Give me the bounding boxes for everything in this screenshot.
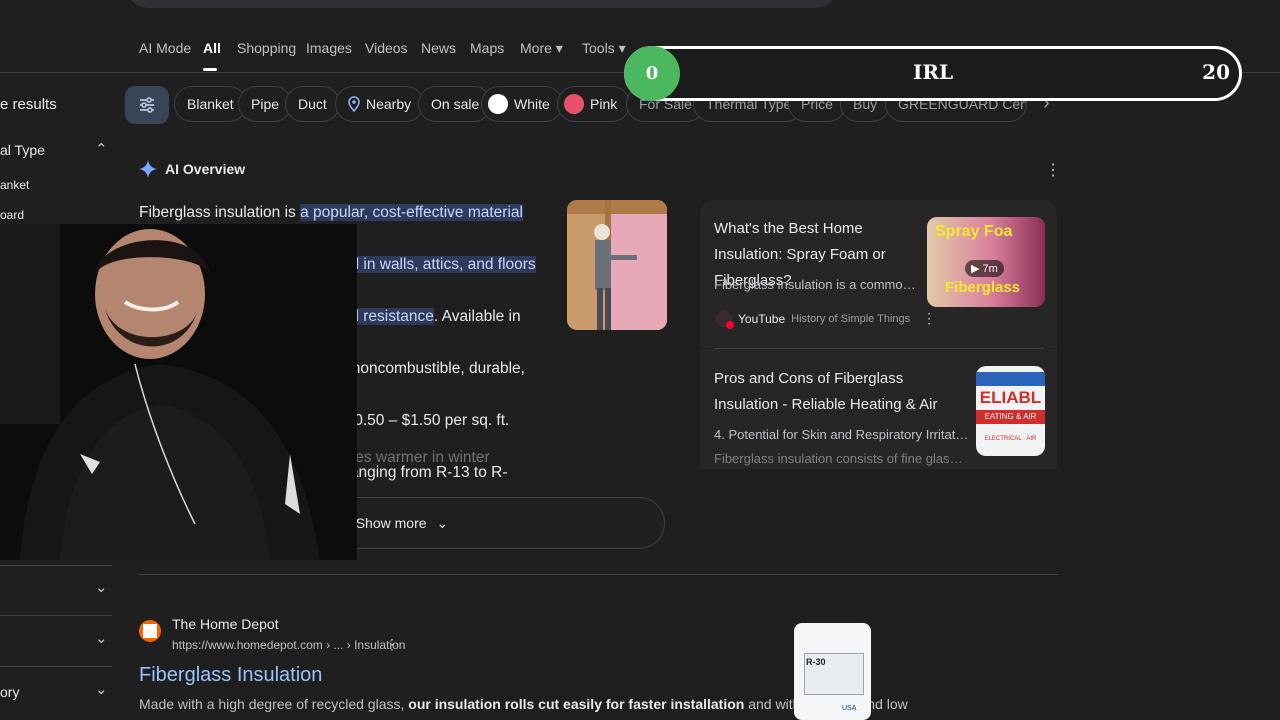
sidebar-item[interactable]: ory (0, 684, 19, 700)
video-thumbnail[interactable]: Spray Foa Fiberglass ▶ 7m (927, 217, 1045, 307)
result-url[interactable]: https://www.homedepot.com › ... › Insula… (172, 638, 405, 652)
more-options-icon[interactable]: ⋮ (385, 636, 399, 653)
result-site-name[interactable]: The Home Depot (172, 616, 279, 632)
card-snippet: 4. Potential for Skin and Respiratory Ir… (714, 427, 969, 442)
location-pin-icon (348, 96, 360, 112)
color-swatch-white (488, 94, 508, 114)
tab-more[interactable]: More ▾ (520, 40, 563, 57)
sparkle-icon (139, 160, 157, 178)
chip-white[interactable]: White (481, 86, 563, 122)
filter-settings-button[interactable] (125, 86, 169, 124)
result-title-link[interactable]: Fiberglass Insulation (139, 664, 322, 687)
sliders-icon (140, 97, 154, 113)
chevron-down-icon: ⌄ (436, 514, 449, 531)
tab-videos[interactable]: Videos (365, 40, 408, 56)
tab-images[interactable]: Images (306, 40, 352, 56)
progress-knob: 0 (624, 46, 680, 101)
chip-nearby[interactable]: Nearby (335, 86, 425, 122)
tab-news[interactable]: News (421, 40, 456, 56)
card-title[interactable]: Pros and Cons of Fiberglass Insulation -… (714, 366, 964, 418)
tab-maps[interactable]: Maps (470, 40, 504, 56)
color-swatch-pink (564, 94, 584, 114)
more-options-icon[interactable]: ⋮ (922, 310, 936, 327)
result-snippet: Made with a high degree of recycled glas… (139, 696, 908, 712)
tab-shopping[interactable]: Shopping (237, 40, 296, 56)
chevron-down-icon[interactable]: ⌄ (95, 629, 108, 647)
card-snippet: Fiberglass insulation consists of fine g… (714, 451, 969, 466)
chip-duct[interactable]: Duct (285, 86, 340, 122)
sidebar-item[interactable]: oard (0, 208, 24, 222)
play-icon: ▶ (971, 263, 983, 275)
progress-max: 20 (1202, 60, 1230, 84)
sidebar-item[interactable]: anket (0, 178, 29, 192)
tab-tools[interactable]: Tools ▾ (582, 40, 626, 57)
sidebar-heading: e results (0, 96, 57, 113)
streamer-webcam-image (0, 224, 357, 560)
progress-label: IRL (912, 60, 954, 84)
video-duration: ▶ 7m (965, 260, 1004, 277)
more-options-icon[interactable]: ⋮ (1045, 160, 1061, 180)
divider (0, 666, 112, 667)
chip-pipe[interactable]: Pipe (238, 86, 293, 122)
chevron-down-icon[interactable]: ⌄ (95, 680, 108, 698)
tab-ai-mode[interactable]: AI Mode (139, 40, 191, 56)
divider (0, 565, 112, 566)
divider (0, 615, 112, 616)
source-card[interactable]: What's the Best Home Insulation: Spray F… (700, 200, 1057, 348)
home-depot-favicon (139, 620, 161, 642)
section-divider (139, 574, 1059, 575)
search-bar[interactable] (125, 0, 839, 8)
company-logo-thumbnail[interactable]: ELIABL EATING & AIR ELECTRICAL · AIR (976, 366, 1045, 456)
youtube-icon (716, 310, 734, 329)
chevron-down-icon[interactable]: ⌄ (95, 578, 108, 596)
chip-blanket[interactable]: Blanket (174, 86, 247, 122)
webcam-overlay (0, 224, 357, 560)
tab-all[interactable]: All (203, 40, 221, 56)
active-tab-indicator (203, 68, 217, 71)
card-source: YouTube History of Simple Things ⋮ (716, 310, 936, 329)
sidebar-group-label[interactable]: al Type (0, 142, 45, 158)
source-card[interactable]: Pros and Cons of Fiberglass Insulation -… (700, 349, 1057, 469)
chip-pink[interactable]: Pink (557, 86, 631, 122)
card-snippet: Fiberglass insulation is a common typ... (714, 277, 919, 292)
product-thumbnail[interactable]: R-30 USA (794, 623, 871, 720)
ai-overview-header: AI Overview (139, 160, 245, 178)
chevron-up-icon[interactable]: ⌃ (95, 140, 108, 158)
insulation-photo[interactable] (567, 200, 667, 330)
